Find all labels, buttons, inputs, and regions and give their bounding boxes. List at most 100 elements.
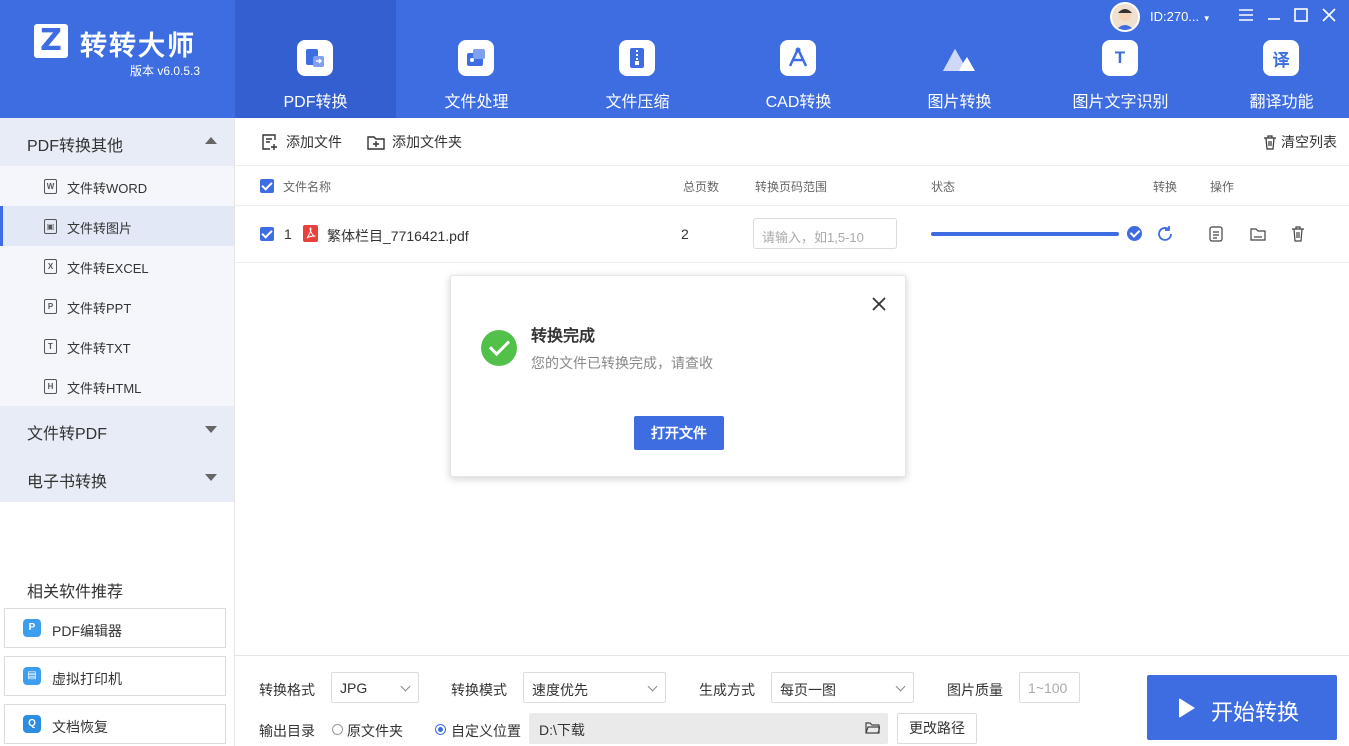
clear-list-label: 清空列表 — [1281, 134, 1337, 150]
recommend-title: 相关软件推荐 — [27, 584, 124, 601]
tab-pdf-convert[interactable]: PDF转换 — [235, 0, 396, 123]
settings-bar: 转换格式 JPG 转换模式 速度优先 生成方式 每页一图 图片质量 1~100 … — [235, 655, 1349, 746]
add-file-button[interactable]: 添加文件 — [260, 132, 342, 152]
output-path-value: D:\下载 — [539, 722, 585, 738]
open-file-icon[interactable] — [1209, 226, 1223, 242]
output-path-field[interactable]: D:\下载 — [529, 713, 888, 744]
delete-icon[interactable] — [1291, 226, 1305, 242]
format-select[interactable]: JPG — [331, 672, 419, 703]
sidebar-item-to-ppt[interactable]: P 文件转PPT — [0, 286, 234, 326]
reconvert-icon[interactable] — [1156, 225, 1174, 243]
output-label: 输出目录 — [259, 723, 315, 739]
quality-input[interactable]: 1~100 — [1019, 672, 1080, 703]
minimize-icon[interactable] — [1263, 4, 1285, 26]
page-count: 2 — [681, 226, 689, 242]
user-menu[interactable]: ID:270... ▼ — [1110, 2, 1220, 32]
mode-select[interactable]: 速度优先 — [523, 672, 666, 703]
radio-original-label: 原文件夹 — [347, 723, 403, 739]
printer-icon: ▤ — [23, 667, 41, 685]
table-row: 1 繁体栏目_7716421.pdf 2 请输入，如1,5-10 — [235, 206, 1349, 263]
dialog-close-icon[interactable] — [870, 295, 888, 313]
start-convert-button[interactable]: 开始转换 — [1147, 675, 1337, 740]
avatar — [1110, 2, 1140, 32]
table-header: 文件名称 总页数 转换页码范围 状态 转换 操作 — [235, 166, 1349, 206]
trash-icon — [1264, 134, 1276, 150]
gen-select[interactable]: 每页一图 — [771, 672, 914, 703]
add-folder-button[interactable]: 添加文件夹 — [366, 132, 462, 152]
sidebar-item-to-html[interactable]: H 文件转HTML — [0, 366, 234, 406]
app-header: Z 转转大师 版本 v6.0.5.3 PDF转换 文件处理 文件压缩 CAD转换… — [0, 0, 1349, 123]
radio-original-folder[interactable] — [332, 724, 343, 735]
tab-image-convert[interactable]: 图片转换 — [879, 0, 1040, 118]
tab-label: 图片转换 — [927, 94, 992, 111]
menu-icon[interactable] — [1235, 4, 1257, 26]
sidebar-group-label: PDF转换其他 — [27, 138, 124, 155]
ppt-file-icon: P — [44, 299, 57, 314]
sidebar-item-to-word[interactable]: W 文件转WORD — [0, 166, 234, 206]
sidebar-item-to-image[interactable]: ▣ 文件转图片 — [0, 206, 234, 246]
recommend-doc-recovery[interactable]: Q 文档恢复 — [4, 704, 226, 744]
txt-file-icon: T — [44, 339, 57, 354]
dialog-title: 转换完成 — [531, 328, 596, 345]
sidebar-item-to-excel[interactable]: X 文件转EXCEL — [0, 246, 234, 286]
chevron-down-icon — [400, 681, 411, 692]
page-range-input[interactable]: 请输入，如1,5-10 — [753, 218, 897, 249]
chevron-down-icon — [205, 426, 217, 433]
open-file-button[interactable]: 打开文件 — [634, 416, 724, 450]
sidebar-group-ebook[interactable]: 电子书转换 — [0, 454, 234, 502]
progress-bar — [931, 232, 1119, 236]
col-convert: 转换 — [1153, 180, 1178, 194]
file-toolbar: 添加文件 添加文件夹 清空列表 — [235, 118, 1349, 166]
sidebar-group-pdf-other[interactable]: PDF转换其他 — [0, 118, 234, 166]
open-folder-icon[interactable] — [1250, 226, 1266, 242]
sidebar-item-label: 文件转EXCEL — [67, 261, 149, 276]
image-file-icon: ▣ — [44, 219, 57, 234]
pdf-editor-icon: P — [23, 619, 41, 637]
quality-label: 图片质量 — [947, 682, 1003, 698]
folder-icon[interactable] — [865, 721, 880, 734]
recommend-label: 文档恢复 — [52, 719, 108, 735]
app-version: 版本 v6.0.5.3 — [130, 64, 201, 78]
tab-file-compress[interactable]: 文件压缩 — [557, 0, 718, 118]
gen-value: 每页一图 — [780, 682, 836, 698]
file-process-icon — [458, 40, 494, 76]
sidebar-item-label: 文件转图片 — [67, 221, 133, 236]
conversion-complete-dialog: 转换完成 您的文件已转换完成，请查收 打开文件 — [450, 275, 906, 477]
chevron-up-icon — [205, 137, 217, 144]
change-path-button[interactable]: 更改路径 — [897, 713, 977, 744]
recovery-icon: Q — [23, 715, 41, 733]
sidebar-group-file-to-pdf[interactable]: 文件转PDF — [0, 406, 234, 454]
format-label: 转换格式 — [259, 682, 315, 698]
add-folder-icon — [367, 136, 385, 150]
sidebar-item-label: 文件转TXT — [67, 341, 131, 356]
col-status: 状态 — [931, 180, 956, 194]
radio-custom-location[interactable] — [435, 724, 446, 735]
tab-label: PDF转换 — [235, 88, 396, 123]
clear-list-button[interactable]: 清空列表 — [1263, 132, 1337, 152]
zip-icon — [619, 40, 655, 76]
tab-label: CAD转换 — [765, 94, 832, 111]
select-all-checkbox[interactable] — [260, 179, 274, 193]
tab-cad-convert[interactable]: CAD转换 — [718, 0, 879, 118]
row-index: 1 — [284, 226, 292, 242]
tab-label: 文件压缩 — [605, 94, 670, 111]
close-icon[interactable] — [1318, 4, 1340, 26]
recommend-pdf-editor[interactable]: P PDF编辑器 — [4, 608, 226, 648]
sidebar: PDF转换其他 W 文件转WORD ▣ 文件转图片 X 文件转EXCEL P 文… — [0, 118, 235, 746]
recommend-virtual-printer[interactable]: ▤ 虚拟打印机 — [4, 656, 226, 696]
format-value: JPG — [340, 680, 368, 696]
recommend-label: PDF编辑器 — [52, 623, 122, 639]
gen-label: 生成方式 — [699, 682, 755, 698]
user-id: ID:270... ▼ — [1150, 9, 1211, 24]
tab-label: 图片文字识别 — [1072, 94, 1169, 111]
row-checkbox[interactable] — [260, 227, 274, 241]
add-file-icon — [262, 134, 277, 150]
radio-custom-label: 自定义位置 — [451, 723, 521, 739]
cad-icon — [780, 40, 816, 76]
dialog-message: 您的文件已转换完成，请查收 — [531, 355, 713, 371]
add-folder-label: 添加文件夹 — [392, 134, 462, 150]
tab-file-process[interactable]: 文件处理 — [396, 0, 557, 118]
maximize-icon[interactable] — [1290, 4, 1312, 26]
sidebar-item-to-txt[interactable]: T 文件转TXT — [0, 326, 234, 366]
recommend-label: 虚拟打印机 — [52, 671, 122, 687]
